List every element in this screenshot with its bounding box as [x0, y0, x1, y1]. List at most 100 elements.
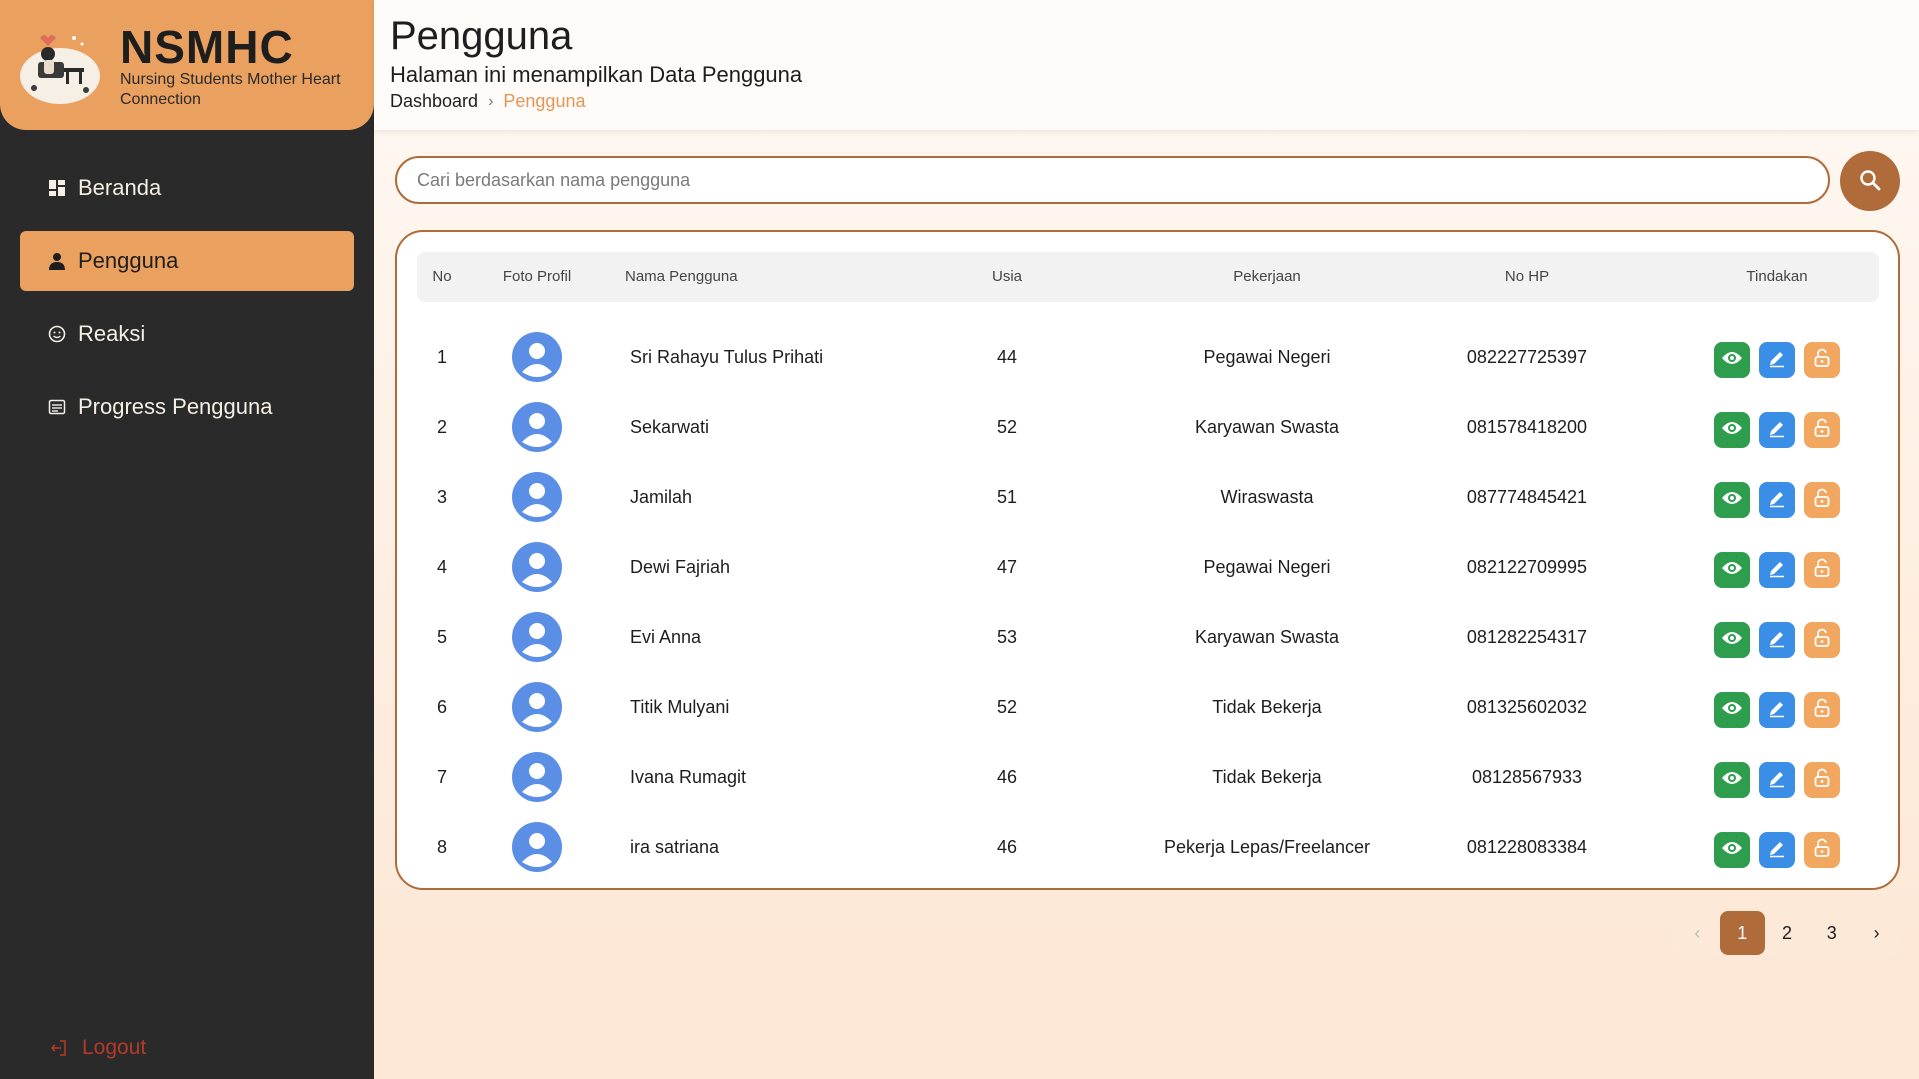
header-actions: Tindakan — [1746, 268, 1808, 285]
edit-button[interactable] — [1759, 342, 1795, 378]
cell-age: 46 — [996, 767, 1018, 787]
unlock-icon — [1812, 698, 1832, 723]
lock-button[interactable] — [1804, 762, 1840, 798]
cell-phone: 081325602032 — [1466, 697, 1588, 717]
cell-name: Dewi Fajriah — [630, 557, 731, 577]
view-button[interactable] — [1714, 552, 1750, 588]
cell-job: Karyawan Swasta — [1194, 417, 1340, 437]
cell-no: 2 — [436, 417, 447, 437]
sidebar-item-label: Beranda — [78, 175, 162, 200]
page-2-button[interactable]: 2 — [1765, 911, 1810, 955]
edit-button[interactable] — [1759, 482, 1795, 518]
header-no: No — [432, 268, 452, 285]
cell-no: 6 — [436, 697, 447, 717]
eye-icon — [1721, 627, 1743, 654]
cell-name: ira satriana — [630, 837, 720, 857]
cell-job: Wiraswasta — [1220, 487, 1314, 507]
search-icon — [1859, 169, 1881, 194]
cell-job: Pegawai Negeri — [1203, 347, 1331, 367]
sidebar-nav: Beranda Pengguna Reaksi Progress Penggun… — [20, 158, 354, 450]
header-phone: No HP — [1504, 268, 1550, 285]
search-button[interactable] — [1840, 151, 1900, 211]
edit-button[interactable] — [1759, 622, 1795, 658]
view-button[interactable] — [1714, 482, 1750, 518]
table-row: 4 Dewi Fajriah 47 Pegawai Negeri 08212270999… — [417, 532, 1879, 602]
lock-button[interactable] — [1804, 552, 1840, 588]
sidebar-item-label: Pengguna — [78, 248, 179, 273]
lock-button[interactable] — [1804, 412, 1840, 448]
edit-button[interactable] — [1759, 692, 1795, 728]
sidebar-item-progress-pengguna[interactable]: Progress Pengguna — [20, 377, 354, 437]
unlock-icon — [1812, 348, 1832, 373]
page-subtitle: Halaman ini menampilkan Data Pengguna — [390, 62, 803, 87]
brand-title: NSMHC — [120, 21, 294, 73]
pencil-icon — [1767, 488, 1787, 513]
next-page-button[interactable]: › — [1854, 911, 1899, 955]
cell-no: 4 — [436, 557, 447, 577]
view-button[interactable] — [1714, 622, 1750, 658]
cell-no: 5 — [436, 627, 447, 647]
pencil-icon — [1767, 768, 1787, 793]
avatar-icon — [512, 472, 562, 522]
view-button[interactable] — [1714, 412, 1750, 448]
header-age: Usia — [991, 268, 1022, 285]
eye-icon — [1721, 487, 1743, 514]
sidebar-item-pengguna[interactable]: Pengguna — [20, 231, 354, 291]
edit-button[interactable] — [1759, 412, 1795, 448]
table-row: 8 ira satriana 46 Pekerja Lepas/Freelancer 0… — [417, 812, 1879, 882]
unlock-icon — [1812, 768, 1832, 793]
sidebar-item-label: Reaksi — [78, 321, 146, 346]
avatar-icon — [512, 682, 562, 732]
prev-page-button[interactable]: ‹ — [1675, 911, 1720, 955]
table-row: 6 Titik Mulyani 52 Tidak Bekerja 08132560203… — [417, 672, 1879, 742]
page-3-button[interactable]: 3 — [1809, 911, 1854, 955]
sidebar: NSMHC Nursing Students Mother Heart Conn… — [0, 0, 374, 1079]
cell-name: Evi Anna — [630, 627, 702, 647]
lock-button[interactable] — [1804, 482, 1840, 518]
eye-icon — [1721, 697, 1743, 724]
breadcrumb-dashboard[interactable]: Dashboard — [390, 91, 478, 112]
lock-button[interactable] — [1804, 692, 1840, 728]
view-button[interactable] — [1714, 832, 1750, 868]
eye-icon — [1721, 347, 1743, 374]
edit-button[interactable] — [1759, 762, 1795, 798]
cell-age: 44 — [996, 347, 1018, 367]
cell-job: Tidak Bekerja — [1212, 697, 1322, 717]
user-icon — [48, 252, 66, 270]
table-row: 3 Jamilah 51 Wiraswasta 087774845421 — [417, 462, 1879, 532]
cell-age: 46 — [996, 837, 1018, 857]
logout-button[interactable]: Logout — [50, 1036, 146, 1060]
avatar-icon — [512, 542, 562, 592]
view-button[interactable] — [1714, 342, 1750, 378]
cell-no: 3 — [436, 487, 447, 507]
breadcrumb: Dashboard › Pengguna — [390, 91, 585, 112]
pencil-icon — [1767, 838, 1787, 863]
search-input[interactable] — [395, 156, 1830, 204]
cell-no: 7 — [436, 767, 447, 787]
sidebar-item-reaksi[interactable]: Reaksi — [20, 304, 354, 364]
page-1-button[interactable]: 1 — [1719, 911, 1765, 955]
cell-age: 51 — [996, 487, 1018, 507]
edit-button[interactable] — [1759, 552, 1795, 588]
view-button[interactable] — [1714, 692, 1750, 728]
unlock-icon — [1812, 628, 1832, 653]
avatar-icon — [512, 612, 562, 662]
cell-phone: 081282254317 — [1466, 627, 1588, 647]
logout-icon — [50, 1039, 68, 1057]
eye-icon — [1721, 767, 1743, 794]
cell-phone: 081578418200 — [1466, 417, 1588, 437]
pencil-icon — [1767, 418, 1787, 443]
eye-icon — [1721, 557, 1743, 584]
edit-button[interactable] — [1759, 832, 1795, 868]
brand-header: NSMHC Nursing Students Mother Heart Conn… — [0, 0, 374, 130]
cell-name: Titik Mulyani — [630, 697, 730, 717]
lock-button[interactable] — [1804, 342, 1840, 378]
sidebar-item-beranda[interactable]: Beranda — [20, 158, 354, 218]
view-button[interactable] — [1714, 762, 1750, 798]
avatar-icon — [512, 332, 562, 382]
lock-button[interactable] — [1804, 622, 1840, 658]
lock-button[interactable] — [1804, 832, 1840, 868]
users-table: No Foto Profil Nama Pengguna Usia Pekerj… — [395, 230, 1900, 890]
table-row: 5 Evi Anna 53 Karyawan Swasta 081282254317 — [417, 602, 1879, 672]
cell-phone: 08128567933 — [1471, 767, 1583, 787]
